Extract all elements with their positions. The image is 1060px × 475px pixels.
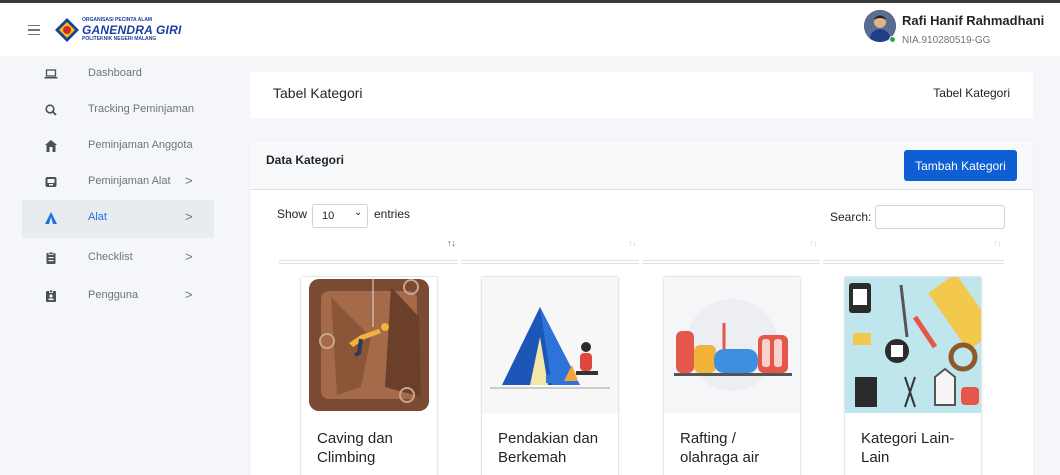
sidebar-item-pengguna[interactable]: Pengguna > bbox=[22, 278, 214, 316]
category-title: Caving dan Climbing bbox=[317, 430, 393, 466]
user-panel[interactable]: Rafi Hanif Rahmadhani NIA.910280519-GG bbox=[864, 9, 1044, 53]
sort-column-1[interactable]: ↑↓ bbox=[279, 238, 458, 264]
sidebar-item-label: Pengguna bbox=[88, 289, 139, 301]
sort-column-4[interactable]: ↑↓ bbox=[823, 238, 1004, 264]
tent-icon bbox=[45, 212, 57, 224]
chevron-right-icon: > bbox=[185, 287, 193, 302]
sidebar-item-checklist[interactable]: Checklist > bbox=[22, 240, 214, 278]
sidebar-item-label: Alat bbox=[88, 211, 107, 223]
sort-asc-icon: ↑↓ bbox=[447, 238, 456, 248]
sidebar-item-label: Checklist bbox=[88, 251, 133, 263]
sidebar-item-peminjaman-alat[interactable]: Peminjaman Alat > bbox=[22, 164, 214, 202]
card-title: Data Kategori bbox=[266, 153, 345, 167]
user-name: Rafi Hanif Rahmadhani bbox=[902, 13, 1045, 28]
search-input[interactable] bbox=[875, 205, 1005, 229]
logo-org-name: GANENDRA GIRI bbox=[82, 23, 182, 37]
sidebar-item-label: Peminjaman Alat bbox=[88, 175, 171, 187]
sidebar-item-label: Tracking Peminjaman bbox=[88, 103, 194, 115]
data-kategori-card: Data Kategori Tambah Kategori Show 10 ⌄ … bbox=[250, 141, 1033, 475]
sidebar-item-dashboard[interactable]: Dashboard bbox=[22, 56, 214, 94]
entries-select[interactable]: 10 ⌄ bbox=[312, 204, 368, 228]
sort-icon: ↑↓ bbox=[809, 238, 818, 248]
sort-column-3[interactable]: ↑↓ bbox=[642, 238, 820, 264]
laptop-icon bbox=[44, 69, 58, 79]
content-header: Tabel Kategori Tabel Kategori bbox=[250, 72, 1033, 118]
logo-institution-line: POLITEKNIK NEGERI MALANG bbox=[82, 36, 157, 42]
sort-icon: ↑↓ bbox=[628, 238, 637, 248]
entries-label: entries bbox=[374, 207, 411, 221]
sidebar-item-peminjaman-anggota[interactable]: Peminjaman Anggota bbox=[22, 128, 214, 166]
logo-emblem-icon bbox=[55, 18, 79, 42]
page-title: Tabel Kategori bbox=[273, 85, 363, 101]
sort-icon: ↑↓ bbox=[993, 238, 1002, 248]
entries-select-value: 10 bbox=[322, 210, 335, 222]
add-category-button[interactable]: Tambah Kategori bbox=[904, 150, 1017, 181]
camping-illustration bbox=[482, 277, 618, 413]
chevron-right-icon: > bbox=[185, 249, 193, 264]
category-title: Rafting / olahraga air bbox=[680, 430, 760, 466]
category-card-rafting[interactable]: Rafting / olahraga air bbox=[663, 276, 801, 475]
sidebar-item-label: Peminjaman Anggota bbox=[88, 139, 193, 151]
user-id: NIA.910280519-GG bbox=[902, 35, 991, 46]
sort-column-2[interactable]: ↑↓ bbox=[461, 238, 639, 264]
top-navbar: ORGANISASI PECINTA ALAM GANENDRA GIRI PO… bbox=[0, 0, 1060, 56]
category-card-lain-lain[interactable]: Kategori Lain-Lain bbox=[844, 276, 982, 475]
users-icon bbox=[45, 140, 57, 152]
entries-length-control: Show 10 ⌄ entries bbox=[277, 204, 410, 228]
tools-illustration bbox=[845, 277, 981, 413]
show-label: Show bbox=[277, 207, 308, 221]
card-header: Data Kategori Tambah Kategori bbox=[250, 141, 1033, 190]
category-title: Pendakian dan Berkemah bbox=[498, 430, 599, 466]
logo[interactable]: ORGANISASI PECINTA ALAM GANENDRA GIRI PO… bbox=[54, 15, 181, 45]
hamburger-menu-icon[interactable] bbox=[28, 25, 40, 35]
rafting-illustration bbox=[664, 277, 800, 413]
sidebar-item-tracking-peminjaman[interactable]: Tracking Peminjaman bbox=[22, 92, 214, 130]
inbox-icon bbox=[45, 177, 57, 187]
category-card-pendakian[interactable]: Pendakian dan Berkemah bbox=[481, 276, 619, 475]
online-status-indicator bbox=[889, 36, 896, 43]
sidebar: Dashboard Tracking Peminjaman Peminjaman… bbox=[0, 56, 226, 475]
chevron-right-icon: > bbox=[185, 173, 193, 188]
search-label: Search: bbox=[830, 210, 872, 224]
category-card-caving[interactable]: Caving dan Climbing bbox=[300, 276, 438, 475]
sidebar-item-label: Dashboard bbox=[88, 67, 142, 79]
chevron-down-icon: ⌄ bbox=[354, 207, 363, 218]
sidebar-item-alat[interactable]: Alat > bbox=[22, 200, 214, 238]
table-header-row: ↑↓ ↑↓ ↑↓ ↑↓ bbox=[279, 238, 1004, 264]
category-title: Kategori Lain-Lain bbox=[861, 430, 955, 466]
chevron-right-icon: > bbox=[185, 209, 193, 224]
search-icon bbox=[45, 104, 57, 116]
caving-illustration bbox=[301, 277, 437, 413]
id-card-icon bbox=[46, 289, 56, 302]
clipboard-icon bbox=[46, 251, 56, 264]
breadcrumb[interactable]: Tabel Kategori bbox=[933, 86, 1010, 100]
